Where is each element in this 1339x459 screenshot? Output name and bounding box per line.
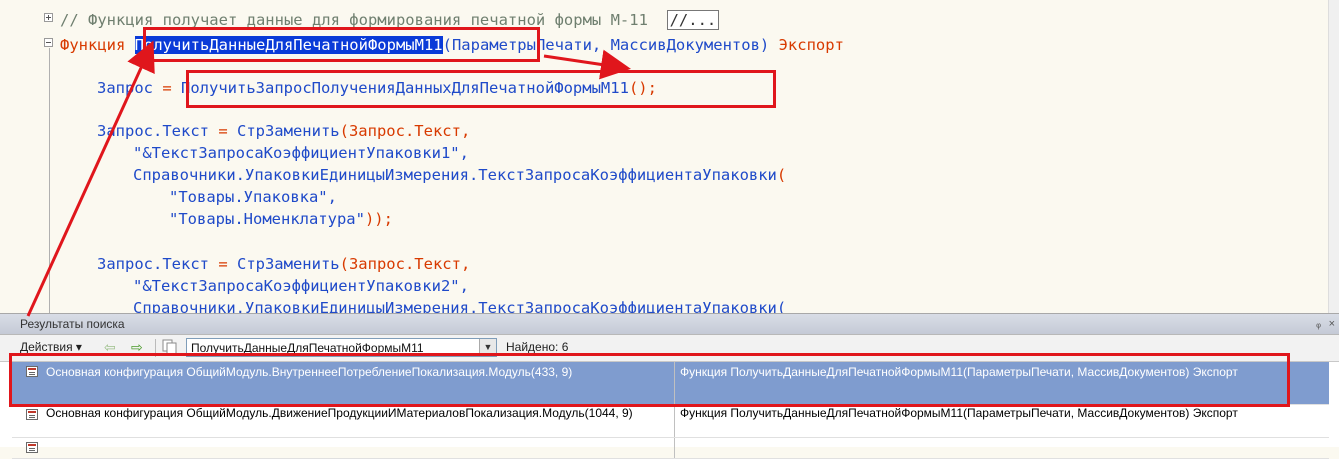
annotation-arrows [26,40,631,317]
arrow-function-to-query [543,49,631,80]
arrow-result-to-function [26,40,155,317]
